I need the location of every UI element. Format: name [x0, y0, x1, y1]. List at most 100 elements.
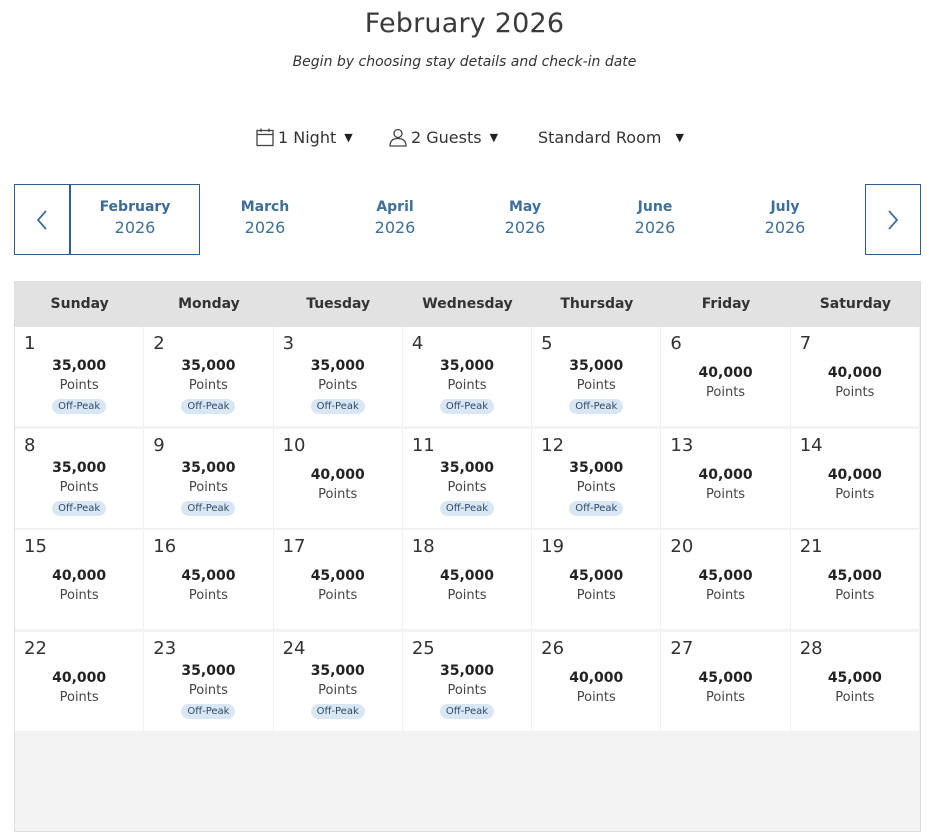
calendar-day-cell[interactable]: 20 45,000 Points	[661, 530, 791, 630]
calendar-day-cell[interactable]: 11 35,000 Points Off-Peak	[402, 428, 533, 529]
month-tab-february[interactable]: February 2026	[70, 184, 200, 255]
day-number: 25	[411, 637, 435, 659]
nights-dropdown[interactable]: 1 Night ▼	[255, 124, 353, 150]
points-value: 40,000	[52, 568, 107, 584]
calendar-day-cell[interactable]: 6 40,000 Points	[661, 327, 791, 427]
calendar-week-row: 22 40,000 Points 23 35,000 Points Off-Peak 24 35…	[15, 631, 920, 734]
calendar-day-cell[interactable]: 28 45,000 Points	[790, 631, 920, 732]
guests-dropdown[interactable]: 2 Guests ▼	[388, 124, 498, 150]
points-label: Points	[576, 689, 616, 705]
calendar-day-cell[interactable]: 4 35,000 Points Off-Peak	[402, 327, 533, 427]
calendar-day-cell[interactable]: 10 40,000 Points	[273, 428, 403, 529]
month-tab-june[interactable]: June 2026	[590, 184, 720, 255]
points-value: 45,000	[439, 568, 494, 584]
month-tab-march[interactable]: March 2026	[200, 184, 330, 255]
points-value: 35,000	[181, 459, 236, 476]
month-year: 2026	[764, 218, 806, 237]
points-value: 35,000	[569, 358, 624, 374]
next-month-button[interactable]	[865, 184, 921, 255]
calendar-grid: 1 35,000 Points Off-Peak 2 35,000 Points Off-Pe…	[15, 327, 920, 733]
month-year: 2026	[244, 218, 286, 237]
calendar-day-cell[interactable]: 26 40,000 Points	[532, 631, 662, 732]
month-tab-may[interactable]: May 2026	[460, 184, 590, 255]
calendar-day-cell[interactable]: 1 35,000 Points Off-Peak	[15, 327, 145, 427]
points-calendar: Sunday Monday Tuesday Wednesday Thursday…	[14, 281, 921, 832]
day-number: 6	[670, 333, 682, 354]
day-number: 5	[541, 333, 553, 354]
calendar-day-cell[interactable]: 16 45,000 Points	[144, 530, 274, 630]
calendar-day-cell[interactable]: 22 40,000 Points	[15, 631, 145, 732]
calendar-day-cell[interactable]: 18 45,000 Points	[402, 530, 533, 630]
nights-value: 1 Night	[278, 127, 337, 147]
month-tab-july[interactable]: July 2026	[720, 184, 850, 255]
caret-down-icon: ▼	[344, 130, 353, 144]
points-label: Points	[706, 689, 746, 705]
day-points-info: 35,000 Points Off-Peak	[532, 358, 660, 414]
month-year: 2026	[634, 218, 676, 237]
off-peak-badge: Off-Peak	[310, 703, 365, 719]
weekday-tuesday: Tuesday	[306, 296, 371, 312]
calendar-day-cell[interactable]: 21 45,000 Points	[790, 530, 920, 630]
weekday-friday: Friday	[701, 296, 751, 312]
day-points-info: 35,000 Points Off-Peak	[403, 358, 531, 414]
day-points-info: 40,000 Points	[15, 670, 143, 706]
points-label: Points	[835, 588, 875, 603]
month-name: February	[99, 199, 171, 215]
points-label: Points	[447, 588, 487, 603]
month-name: May	[508, 199, 542, 215]
points-label: Points	[59, 588, 99, 603]
calendar-day-cell[interactable]: 5 35,000 Points Off-Peak	[532, 327, 662, 427]
month-year: 2026	[114, 218, 156, 237]
points-label: Points	[576, 588, 616, 603]
points-value: 45,000	[181, 568, 236, 584]
calendar-day-cell[interactable]: 27 45,000 Points	[661, 631, 791, 732]
calendar-day-cell[interactable]: 14 40,000 Points	[790, 428, 920, 529]
day-points-info: 40,000 Points	[661, 467, 789, 503]
points-label: Points	[188, 588, 228, 603]
month-selector: February 2026 March 2026 April 2026 May …	[14, 184, 921, 255]
previous-month-button[interactable]	[14, 184, 70, 255]
points-label: Points	[318, 378, 358, 393]
calendar-day-cell[interactable]: 23 35,000 Points Off-Peak	[144, 631, 274, 732]
points-value: 35,000	[181, 358, 236, 374]
chevron-left-icon	[36, 209, 47, 230]
calendar-day-cell[interactable]: 12 35,000 Points Off-Peak	[532, 428, 662, 529]
day-points-info: 35,000 Points Off-Peak	[144, 663, 272, 719]
day-number: 26	[541, 637, 565, 659]
calendar-day-cell[interactable]: 15 40,000 Points	[15, 530, 145, 630]
day-points-info: 45,000 Points	[532, 568, 660, 604]
points-value: 35,000	[439, 358, 494, 374]
calendar-day-cell[interactable]: 19 45,000 Points	[532, 530, 662, 630]
points-value: 45,000	[827, 568, 882, 584]
day-number: 10	[282, 434, 306, 456]
calendar-day-cell[interactable]: 25 35,000 Points Off-Peak	[402, 631, 533, 732]
day-points-info: 45,000 Points	[791, 568, 919, 604]
calendar-day-cell[interactable]: 8 35,000 Points Off-Peak	[15, 428, 145, 529]
day-number: 21	[799, 536, 823, 557]
calendar-day-cell[interactable]: 13 40,000 Points	[661, 428, 791, 529]
points-value: 40,000	[827, 466, 882, 483]
points-label: Points	[59, 479, 99, 495]
calendar-day-cell[interactable]: 7 40,000 Points	[790, 327, 920, 427]
calendar-week-row: 1 35,000 Points Off-Peak 2 35,000 Points Off-Pe…	[15, 327, 920, 429]
month-tab-april[interactable]: April 2026	[330, 184, 460, 255]
points-label: Points	[318, 486, 358, 502]
points-value: 45,000	[698, 669, 753, 686]
points-value: 35,000	[52, 358, 107, 374]
room-type-dropdown[interactable]: Standard Room ▼	[538, 124, 684, 150]
off-peak-badge: Off-Peak	[181, 500, 236, 516]
calendar-day-cell[interactable]: 24 35,000 Points Off-Peak	[273, 631, 403, 732]
calendar-day-cell[interactable]: 9 35,000 Points Off-Peak	[144, 428, 274, 529]
points-value: 35,000	[439, 662, 494, 679]
calendar-day-cell[interactable]: 3 35,000 Points Off-Peak	[273, 327, 403, 427]
day-points-info: 45,000 Points	[144, 568, 272, 604]
day-points-info: 45,000 Points	[791, 670, 919, 706]
off-peak-badge: Off-Peak	[569, 399, 624, 414]
points-label: Points	[188, 378, 228, 393]
calendar-day-cell[interactable]: 17 45,000 Points	[273, 530, 403, 630]
points-value: 40,000	[310, 466, 365, 483]
month-name: March	[240, 199, 290, 215]
day-number: 2	[153, 333, 165, 354]
day-points-info: 40,000 Points	[274, 467, 402, 503]
calendar-day-cell[interactable]: 2 35,000 Points Off-Peak	[144, 327, 274, 427]
